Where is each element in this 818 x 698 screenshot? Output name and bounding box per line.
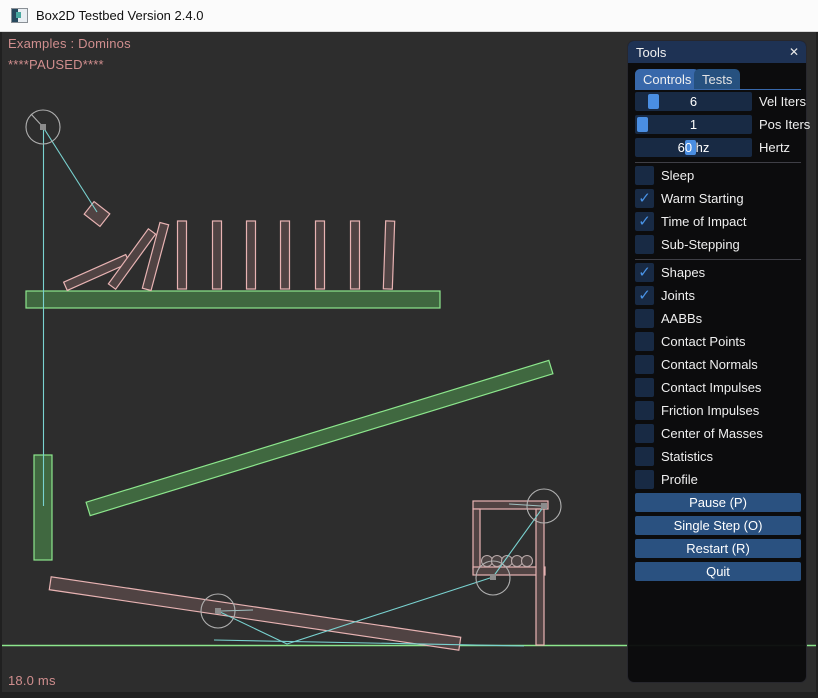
domino-upright-7[interactable] bbox=[383, 221, 394, 289]
checkbox-box[interactable]: ✓ bbox=[635, 447, 654, 466]
domino-upright-6[interactable] bbox=[351, 221, 360, 289]
domino-upright-2[interactable] bbox=[213, 221, 222, 289]
domino-upright-3[interactable] bbox=[247, 221, 256, 289]
checkbox-contact-points[interactable]: ✓ Contact Points bbox=[635, 332, 801, 351]
tools-panel: Tools ✕ Controls Tests 6 Vel Iters 1 Pos… bbox=[627, 40, 807, 683]
checkbox-contact-normals[interactable]: ✓ Contact Normals bbox=[635, 355, 801, 374]
checkbox-box[interactable]: ✓ bbox=[635, 355, 654, 374]
window-border-bottom bbox=[0, 692, 818, 698]
checkbox-joints[interactable]: ✓ Joints bbox=[635, 286, 801, 305]
checkbox-box[interactable]: ✓ bbox=[635, 212, 654, 231]
domino-upright-1[interactable] bbox=[178, 221, 187, 289]
checkbox-box[interactable]: ✓ bbox=[635, 401, 654, 420]
seesaw-plank[interactable] bbox=[49, 577, 460, 650]
paused-label: ****PAUSED**** bbox=[8, 57, 104, 72]
quit-button[interactable]: Quit bbox=[635, 562, 801, 581]
tab-controls[interactable]: Controls bbox=[635, 69, 699, 89]
window-title: Box2D Testbed Version 2.4.0 bbox=[36, 8, 203, 23]
domino-platform bbox=[26, 291, 440, 308]
checkbox-box[interactable]: ✓ bbox=[635, 309, 654, 328]
pos-iters-slider[interactable]: 1 Pos Iters bbox=[635, 115, 801, 134]
pendulum-box[interactable] bbox=[84, 202, 110, 227]
domino-upright-5[interactable] bbox=[316, 221, 325, 289]
check-icon: ✓ bbox=[638, 286, 651, 304]
green-ramp-plank bbox=[86, 360, 553, 515]
tab-bar: Controls Tests bbox=[635, 69, 801, 90]
anchor-cradle-upper bbox=[541, 503, 547, 509]
checkbox-aabbs[interactable]: ✓ AABBs bbox=[635, 309, 801, 328]
slider-track[interactable]: 60 hz bbox=[635, 138, 752, 157]
restart-button[interactable]: Restart (R) bbox=[635, 539, 801, 558]
window-titlebar[interactable]: Box2D Testbed Version 2.4.0 bbox=[0, 0, 818, 32]
anchor-cradle-lower bbox=[490, 574, 496, 580]
hertz-slider[interactable]: 60 hz Hertz bbox=[635, 138, 801, 157]
panel-close-icon: ✕ bbox=[789, 45, 799, 59]
check-icon: ✓ bbox=[638, 263, 651, 281]
checkbox-box[interactable]: ✓ bbox=[635, 235, 654, 254]
tab-underline bbox=[635, 89, 801, 90]
cradle-right-post[interactable] bbox=[536, 509, 544, 645]
anchor-seesaw bbox=[215, 608, 221, 614]
slider-track[interactable]: 6 bbox=[635, 92, 752, 111]
checkbox-sub-stepping[interactable]: ✓ Sub-Stepping bbox=[635, 235, 801, 254]
checkbox-box[interactable]: ✓ bbox=[635, 378, 654, 397]
checkbox-warm-starting[interactable]: ✓ Warm Starting bbox=[635, 189, 801, 208]
app-icon bbox=[11, 8, 28, 23]
checkbox-contact-impulses[interactable]: ✓ Contact Impulses bbox=[635, 378, 801, 397]
anchor-pendulum bbox=[40, 124, 46, 130]
checkbox-sleep[interactable]: ✓ Sleep bbox=[635, 166, 801, 185]
separator bbox=[635, 259, 801, 260]
window-border-left bbox=[0, 31, 2, 698]
checkbox-box[interactable]: ✓ bbox=[635, 166, 654, 185]
checkbox-box[interactable]: ✓ bbox=[635, 470, 654, 489]
checkbox-box[interactable]: ✓ bbox=[635, 424, 654, 443]
checkbox-time-of-impact[interactable]: ✓ Time of Impact bbox=[635, 212, 801, 231]
vel-iters-slider[interactable]: 6 Vel Iters bbox=[635, 92, 801, 111]
check-icon: ✓ bbox=[638, 212, 651, 230]
check-icon: ✓ bbox=[638, 189, 651, 207]
tools-panel-title: Tools bbox=[636, 45, 666, 60]
checkbox-box[interactable]: ✓ bbox=[635, 189, 654, 208]
separator bbox=[635, 162, 801, 163]
slider-track[interactable]: 1 bbox=[635, 115, 752, 134]
tools-panel-close-button[interactable]: ✕ bbox=[786, 44, 802, 60]
cradle-top-bar[interactable] bbox=[473, 501, 548, 509]
domino-upright-4[interactable] bbox=[281, 221, 290, 289]
checkbox-box[interactable]: ✓ bbox=[635, 286, 654, 305]
tab-tests[interactable]: Tests bbox=[694, 69, 740, 89]
frame-time-label: 18.0 ms bbox=[8, 673, 56, 688]
checkbox-shapes[interactable]: ✓ Shapes bbox=[635, 263, 801, 282]
cradle-left-post[interactable] bbox=[473, 509, 480, 569]
checkbox-statistics[interactable]: ✓ Statistics bbox=[635, 447, 801, 466]
checkbox-profile[interactable]: ✓ Profile bbox=[635, 470, 801, 489]
example-label: Examples : Dominos bbox=[8, 36, 131, 51]
joint-line-pendulum bbox=[43, 127, 97, 212]
checkbox-center-of-masses[interactable]: ✓ Center of Masses bbox=[635, 424, 801, 443]
pause-button[interactable]: Pause (P) bbox=[635, 493, 801, 512]
single-step-button[interactable]: Single Step (O) bbox=[635, 516, 801, 535]
checkbox-box[interactable]: ✓ bbox=[635, 263, 654, 282]
checkbox-box[interactable]: ✓ bbox=[635, 332, 654, 351]
checkbox-friction-impulses[interactable]: ✓ Friction Impulses bbox=[635, 401, 801, 420]
tools-panel-titlebar[interactable]: Tools bbox=[628, 41, 806, 63]
